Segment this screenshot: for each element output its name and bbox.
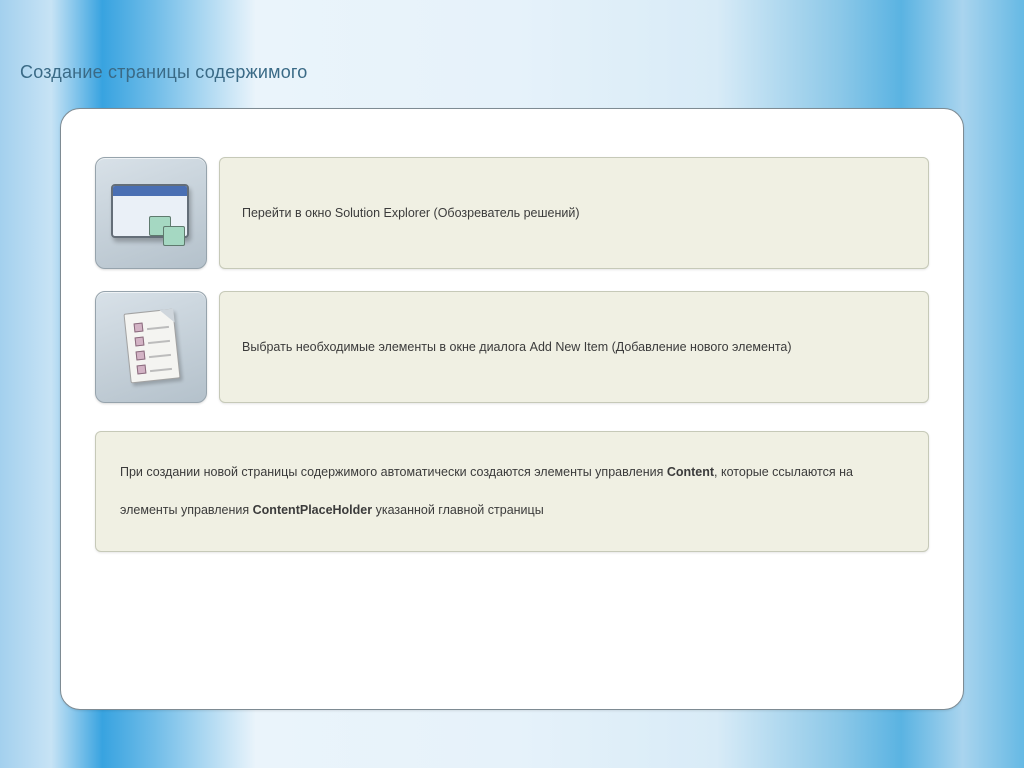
note-bold-placeholder: ContentPlaceHolder <box>253 503 372 517</box>
step-1-text: Перейти в окно Solution Explorer (Обозре… <box>242 197 580 230</box>
checklist-document-icon <box>121 309 181 385</box>
note-bold-content: Content <box>667 465 714 479</box>
step-1-description: Перейти в окно Solution Explorer (Обозре… <box>219 157 929 269</box>
content-panel: Перейти в окно Solution Explorer (Обозре… <box>60 108 964 710</box>
step-2-thumbnail <box>95 291 207 403</box>
slide-title: Создание страницы содержимого <box>20 62 308 83</box>
step-row-1: Перейти в окно Solution Explorer (Обозре… <box>95 157 929 269</box>
step-row-2: Выбрать необходимые элементы в окне диал… <box>95 291 929 403</box>
step-1-thumbnail <box>95 157 207 269</box>
step-2-description: Выбрать необходимые элементы в окне диал… <box>219 291 929 403</box>
solution-explorer-icon <box>111 184 191 242</box>
note-text-post: указанной главной страницы <box>372 503 544 517</box>
step-2-text: Выбрать необходимые элементы в окне диал… <box>242 331 792 364</box>
note-box: При создании новой страницы содержимого … <box>95 431 929 552</box>
note-text-pre: При создании новой страницы содержимого … <box>120 465 667 479</box>
